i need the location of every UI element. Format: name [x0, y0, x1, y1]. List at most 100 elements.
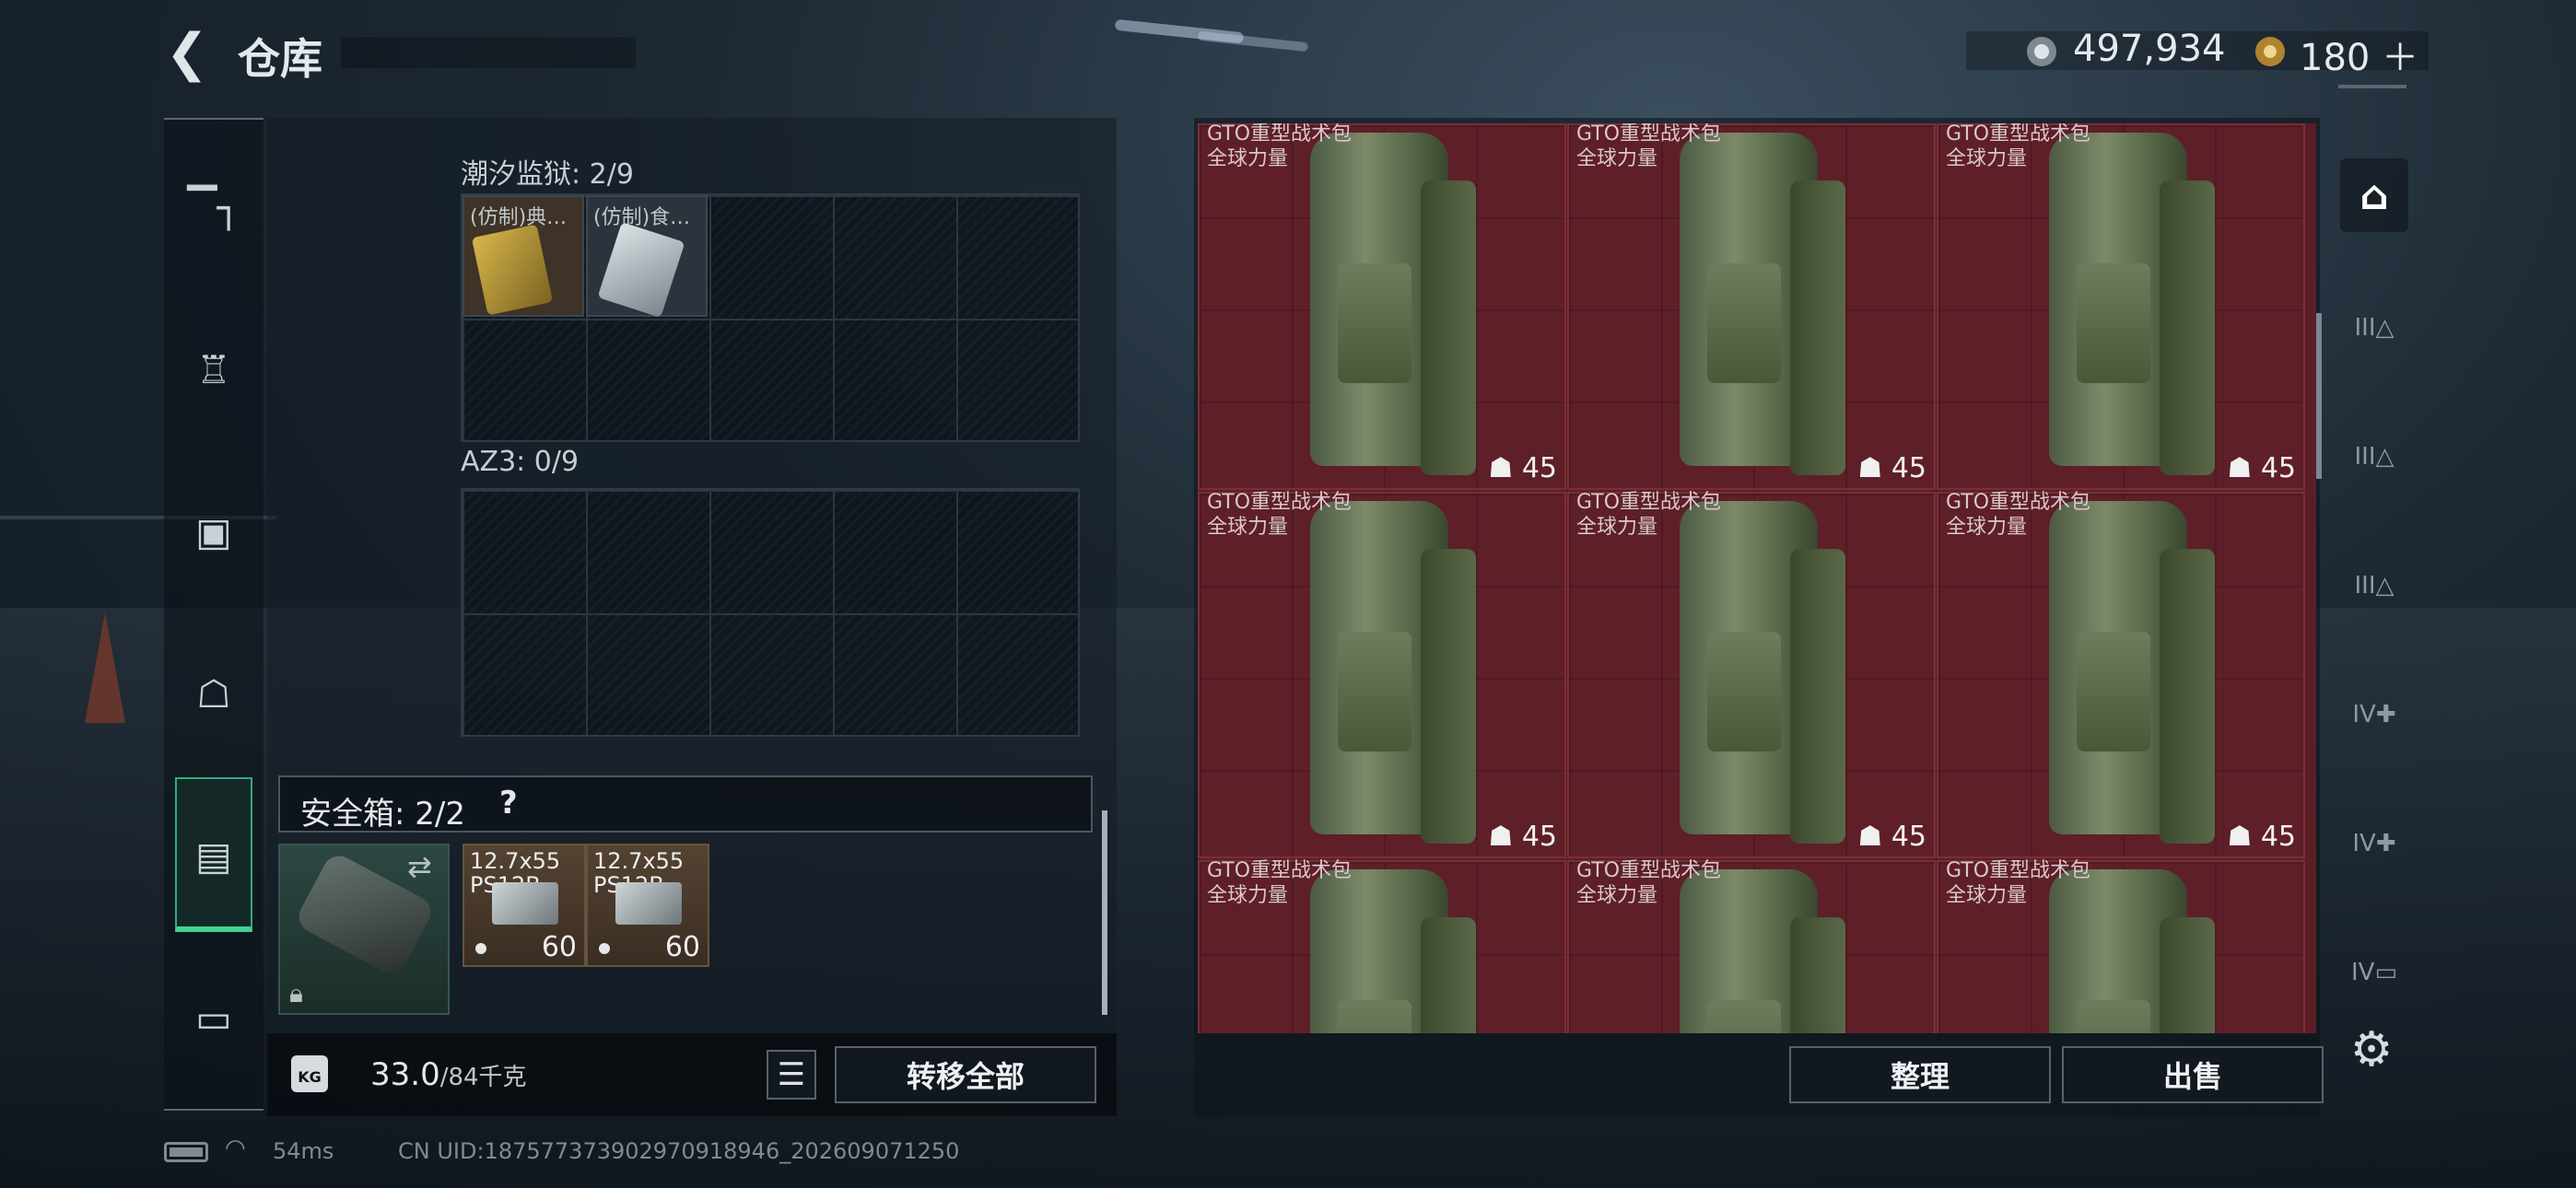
nav-secure-case[interactable]: ▤ [164, 814, 263, 897]
sell-button[interactable]: 出售 [2062, 1046, 2324, 1103]
stash-grid[interactable]: GTO重型战术包 全球力量 ☗ 45 GTO重型战术包 全球力量 ☗ 45 GTO重型战术包… [1198, 123, 2316, 1033]
nav-backpack[interactable]: ▣ [164, 490, 263, 573]
case-icon: ▤ [195, 833, 232, 879]
backpack-image [1338, 632, 1411, 751]
backpack-image [1421, 917, 1476, 1033]
weight-icon: KG [291, 1055, 328, 1092]
az3-grid[interactable] [461, 488, 1080, 737]
item-name: GTO重型战术包 [1946, 859, 2091, 882]
backpack-icon: ▣ [195, 508, 232, 554]
toolbox-icon: ▭ [195, 995, 232, 1041]
stash-item-backpack[interactable]: GTO重型战术包 全球力量 ☗ 45 [1937, 491, 2305, 858]
ammo-item-1[interactable]: 12.7x55 PS12B 60 [463, 844, 586, 967]
item-name: GTO重型战术包 [1207, 491, 1352, 514]
tab-all-storage[interactable]: ⌂ [2340, 158, 2408, 232]
backpack-image [1338, 1000, 1411, 1033]
item-name: GTO重型战术包 [1576, 491, 1722, 514]
tab-level-4c[interactable]: IV ▭ [2340, 936, 2408, 1009]
item-subtitle: 全球力量 [1207, 516, 1289, 539]
item-name: GTO重型战术包 [1576, 123, 1722, 146]
backpack-image [1707, 632, 1781, 751]
left-scrollbar[interactable] [1102, 810, 1107, 1015]
left-nav [164, 118, 263, 1111]
nav-bag[interactable]: ☖ [164, 652, 263, 735]
item-subtitle: 全球力量 [1207, 884, 1289, 907]
item-name: GTO重型战术包 [1207, 123, 1352, 146]
capacity-badge: ☗ 45 [1857, 452, 1926, 484]
list-icon: ☰ [777, 1056, 806, 1093]
user-uid: CN UID:187577373902970918946_20260907125… [398, 1138, 960, 1164]
capacity-badge: ☗ 45 [2227, 821, 2296, 853]
slot-icon: ☗ [2227, 821, 2261, 853]
backpack-image [2160, 917, 2215, 1033]
item-subtitle: 全球力量 [1576, 884, 1658, 907]
stash-item-backpack[interactable]: GTO重型战术包 全球力量 [1937, 859, 2305, 1033]
capacity-badge: ☗ 45 [1488, 452, 1557, 484]
tab-level-3c[interactable]: III △ [2340, 549, 2408, 623]
right-nav-divider [2338, 85, 2406, 88]
item-name: GTO重型战术包 [1207, 859, 1352, 882]
transfer-all-button[interactable]: 转移全部 [835, 1046, 1096, 1103]
backpack-image [2160, 549, 2215, 844]
item-name: GTO重型战术包 [1946, 123, 2091, 146]
item-subtitle: 全球力量 [1946, 147, 2028, 170]
lock-icon: 🔒︎ [289, 978, 303, 1008]
coin-balance: 497,934 [2073, 28, 2226, 70]
ammo-box-image [492, 882, 558, 925]
stash-item-backpack[interactable]: GTO重型战术包 全球力量 ☗ 45 [1567, 123, 1936, 490]
slot-icon: ☗ [1857, 821, 1891, 853]
item-subtitle: 全球力量 [1946, 884, 2028, 907]
nav-weapons[interactable]: ▔┐ [164, 166, 263, 249]
back-icon[interactable]: ❮ [164, 28, 210, 79]
nav-toolbox[interactable]: ▭ [164, 976, 263, 1059]
storage-icon: ⌂ [2359, 171, 2389, 219]
status-dot [475, 943, 486, 954]
swap-icon[interactable]: ⇄ [407, 849, 432, 884]
premium-balance[interactable]: 180 ＋ [2300, 28, 2418, 81]
tab-level-4b[interactable]: IV ✚ [2340, 807, 2408, 880]
ammo-item-2[interactable]: 12.7x55 PS12B 60 [586, 844, 709, 967]
page-title: 仓库 [238, 34, 322, 84]
item-name: GTO重型战术包 [1946, 491, 2091, 514]
battery-fill [170, 1147, 203, 1157]
backpack-image [1707, 263, 1781, 383]
backpack-image [1421, 549, 1476, 844]
item-subtitle: 全球力量 [1207, 147, 1289, 170]
sort-button[interactable]: 整理 [1789, 1046, 2051, 1103]
item-subtitle: 全球力量 [1946, 516, 2028, 539]
list-view-button[interactable]: ☰ [767, 1050, 816, 1100]
stash-item-backpack[interactable]: GTO重型战术包 全球力量 ☗ 45 [1567, 491, 1936, 858]
ammo-box-image [615, 882, 682, 925]
backpack-image [2077, 632, 2150, 751]
help-icon[interactable]: ? [499, 785, 518, 821]
tab-level-3b[interactable]: III △ [2340, 420, 2408, 494]
stash-item-backpack[interactable]: GTO重型战术包 全球力量 [1198, 859, 1566, 1033]
backpack-image [1338, 263, 1411, 383]
stash-item-backpack[interactable]: GTO重型战术包 全球力量 ☗ 45 [1198, 123, 1566, 490]
tab-level-4a[interactable]: IV ✚ [2340, 678, 2408, 751]
item-subtitle: 全球力量 [1576, 147, 1658, 170]
item-name: GTO重型战术包 [1576, 859, 1722, 882]
capacity-badge: ☗ 45 [1488, 821, 1557, 853]
wifi-icon: ◠ [225, 1135, 246, 1162]
stash-scrollbar[interactable] [2316, 313, 2322, 479]
slot-icon: ☗ [1488, 821, 1522, 853]
backpack-image [2077, 1000, 2150, 1033]
traffic-cone [85, 612, 125, 723]
backpack-image [1790, 181, 1845, 475]
tab-level-3a[interactable]: III △ [2340, 291, 2408, 365]
safe-box-label: 安全箱: 2/2 [300, 796, 465, 833]
slot-icon: ☗ [1857, 452, 1891, 484]
title-decor [341, 37, 636, 68]
coin-icon [2027, 37, 2056, 66]
capacity-badge: ☗ 45 [2227, 452, 2296, 484]
stash-item-backpack[interactable]: GTO重型战术包 全球力量 [1567, 859, 1936, 1033]
stash-item-backpack[interactable]: GTO重型战术包 全球力量 ☗ 45 [1198, 491, 1566, 858]
nav-vest[interactable]: ♖ [164, 328, 263, 411]
pistol-icon: ▔┐ [187, 184, 240, 230]
stash-item-backpack[interactable]: GTO重型战术包 全球力量 ☗ 45 [1937, 123, 2305, 490]
capacity-badge: ☗ 45 [1857, 821, 1926, 853]
gear-icon[interactable]: ⚙ [2344, 1022, 2399, 1077]
backpack-image [1790, 917, 1845, 1033]
ping-value: 54ms [273, 1138, 334, 1164]
